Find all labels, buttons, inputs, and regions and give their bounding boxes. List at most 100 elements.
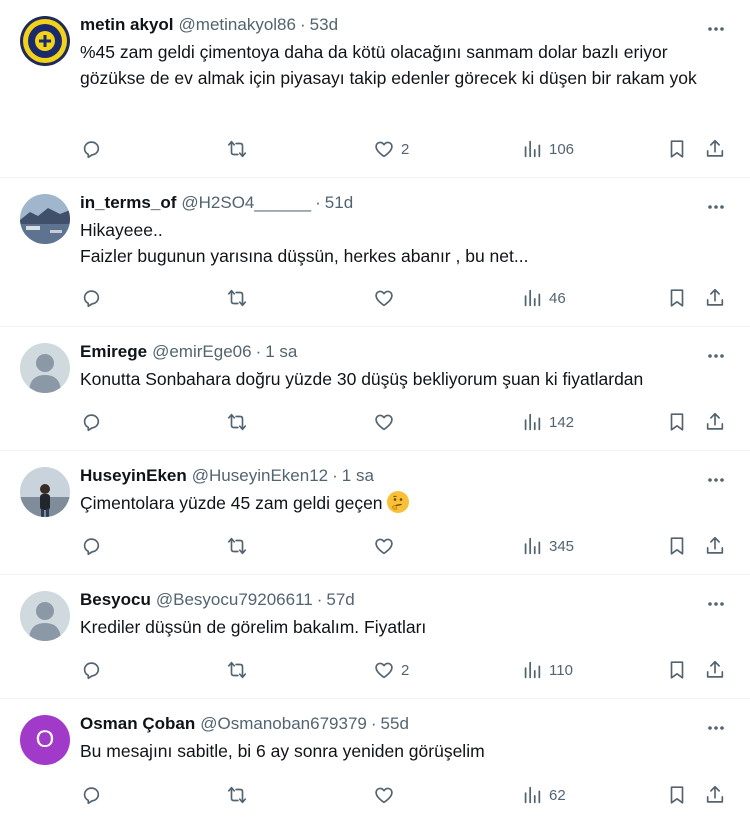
display-name[interactable]: Osman Çoban — [80, 712, 195, 736]
user-handle[interactable]: @H2SO4______ — [181, 191, 311, 215]
user-handle[interactable]: @emirEge06 — [152, 340, 251, 364]
more-options-button[interactable] — [706, 19, 726, 39]
default-avatar-icon — [20, 591, 70, 641]
like-count: 2 — [401, 140, 410, 158]
share-icon — [706, 412, 724, 430]
view-count: 62 — [549, 786, 566, 804]
tweet[interactable]: metin akyol @metinakyol86 · 53d %45 zam … — [0, 0, 750, 178]
like-button[interactable] — [373, 534, 401, 558]
share-button[interactable] — [704, 534, 726, 558]
more-options-button[interactable] — [706, 718, 726, 738]
views-button[interactable]: 62 — [521, 783, 566, 807]
share-icon — [706, 288, 724, 306]
like-button[interactable] — [373, 410, 401, 434]
reply-icon — [83, 538, 100, 556]
more-icon — [708, 354, 724, 358]
reply-button[interactable] — [80, 137, 108, 161]
views-button[interactable]: 46 — [521, 286, 566, 310]
timestamp[interactable]: 55d — [381, 712, 409, 736]
share-button[interactable] — [704, 658, 726, 682]
retweet-button[interactable] — [226, 286, 254, 310]
display-name[interactable]: HuseyinEken — [80, 464, 187, 488]
avatar[interactable] — [20, 194, 70, 244]
retweet-button[interactable] — [226, 658, 254, 682]
tweet[interactable]: in_terms_of @H2SO4______ · 51d Hikayeee.… — [0, 178, 750, 327]
share-button[interactable] — [704, 783, 726, 807]
more-options-button[interactable] — [706, 470, 726, 490]
analytics-icon — [524, 661, 541, 679]
reply-button[interactable] — [80, 783, 108, 807]
tweet[interactable]: HuseyinEken @HuseyinEken12 · 1 sa Çiment… — [0, 451, 750, 575]
bookmark-button[interactable] — [666, 286, 688, 310]
reply-button[interactable] — [80, 658, 108, 682]
views-button[interactable]: 345 — [521, 534, 574, 558]
analytics-icon — [524, 289, 541, 307]
tweet[interactable]: Emirege @emirEge06 · 1 sa Konutta Sonbah… — [0, 327, 750, 451]
more-options-button[interactable] — [706, 346, 726, 366]
like-button[interactable] — [373, 286, 401, 310]
retweet-button[interactable] — [226, 410, 254, 434]
more-icon — [708, 205, 724, 209]
bookmark-button[interactable] — [666, 658, 688, 682]
separator-dot: · — [255, 342, 262, 361]
views-button[interactable]: 110 — [521, 658, 573, 682]
retweet-icon — [227, 786, 247, 804]
tweet-actions: 2 106 — [80, 137, 730, 161]
more-options-button[interactable] — [706, 197, 726, 217]
reply-button[interactable] — [80, 410, 108, 434]
user-handle[interactable]: @Besyocu79206611 — [156, 588, 313, 612]
user-handle[interactable]: @metinakyol86 — [179, 13, 296, 37]
timestamp[interactable]: 57d — [326, 588, 354, 612]
timestamp[interactable]: 1 sa — [265, 340, 297, 364]
reply-button[interactable] — [80, 534, 108, 558]
avatar[interactable] — [20, 467, 70, 517]
display-name[interactable]: in_terms_of — [80, 191, 176, 215]
view-count: 142 — [549, 413, 575, 431]
tweet-text: Hikayeee.. Faizler bugunun yarısına düşs… — [80, 220, 529, 266]
bookmark-icon — [670, 289, 684, 307]
separator-dot: · — [316, 590, 323, 609]
bookmark-button[interactable] — [666, 410, 688, 434]
separator-dot: · — [370, 714, 377, 733]
tweet[interactable]: Besyocu @Besyocu79206611 · 57d Krediler … — [0, 575, 750, 699]
share-button[interactable] — [704, 286, 726, 310]
bookmark-icon — [670, 537, 684, 555]
tweet-header: Besyocu @Besyocu79206611 · 57d — [80, 588, 734, 612]
avatar[interactable] — [20, 16, 70, 66]
bookmark-button[interactable] — [666, 137, 688, 161]
retweet-button[interactable] — [226, 137, 254, 161]
avatar[interactable] — [20, 591, 70, 641]
reply-button[interactable] — [80, 286, 108, 310]
heart-icon — [375, 290, 393, 307]
timestamp[interactable]: 1 sa — [342, 464, 374, 488]
timestamp[interactable]: 53d — [310, 13, 338, 37]
retweet-icon — [227, 413, 247, 431]
views-button[interactable]: 142 — [521, 410, 574, 434]
retweet-button[interactable] — [226, 783, 254, 807]
user-handle[interactable]: @Osmanoban679379 — [200, 712, 367, 736]
like-button[interactable] — [373, 783, 401, 807]
avatar[interactable] — [20, 343, 70, 393]
tweet[interactable]: O Osman Çoban @Osmanoban679379 · 55d Bu … — [0, 699, 750, 819]
share-button[interactable] — [704, 137, 726, 161]
user-handle[interactable]: @HuseyinEken12 — [192, 464, 328, 488]
timestamp[interactable]: 51d — [325, 191, 353, 215]
more-options-button[interactable] — [706, 594, 726, 614]
bookmark-button[interactable] — [666, 783, 688, 807]
retweet-button[interactable] — [226, 534, 254, 558]
like-button[interactable]: 2 — [373, 137, 409, 161]
photo-avatar-icon — [20, 467, 70, 517]
tweet-header: metin akyol @metinakyol86 · 53d — [80, 13, 734, 37]
bookmark-button[interactable] — [666, 534, 688, 558]
reply-icon — [83, 290, 100, 308]
share-button[interactable] — [704, 410, 726, 434]
views-button[interactable]: 106 — [521, 137, 574, 161]
display-name[interactable]: Emirege — [80, 340, 147, 364]
display-name[interactable]: metin akyol — [80, 13, 174, 37]
avatar[interactable]: O — [20, 715, 70, 765]
tweet-text: Çimentolara yüzde 45 zam geldi geçen — [80, 490, 734, 516]
replies-feed: metin akyol @metinakyol86 · 53d %45 zam … — [0, 0, 750, 819]
display-name[interactable]: Besyocu — [80, 588, 151, 612]
like-button[interactable]: 2 — [373, 658, 409, 682]
heart-icon — [375, 787, 393, 804]
